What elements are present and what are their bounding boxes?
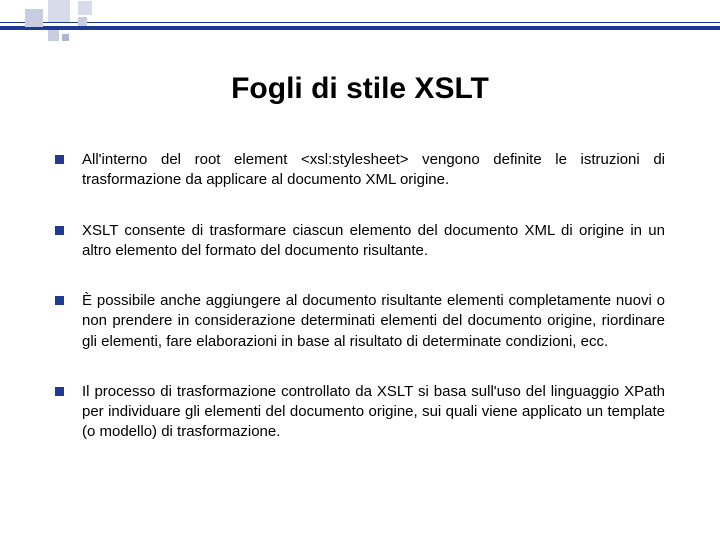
deco-square-icon bbox=[48, 30, 59, 41]
list-item: All'interno del root element <xsl:styles… bbox=[55, 150, 665, 191]
deco-square-icon bbox=[78, 17, 87, 26]
list-item: È possibile anche aggiungere al document… bbox=[55, 291, 665, 352]
deco-square-icon bbox=[78, 1, 92, 15]
bullet-icon bbox=[55, 387, 64, 396]
slide-title: Fogli di stile XSLT bbox=[0, 72, 720, 106]
list-item: Il processo di trasformazione controllat… bbox=[55, 382, 665, 443]
slide-body: All'interno del root element <xsl:styles… bbox=[55, 150, 665, 473]
bullet-icon bbox=[55, 155, 64, 164]
bullet-text: Il processo di trasformazione controllat… bbox=[82, 382, 665, 443]
bullet-text: È possibile anche aggiungere al document… bbox=[82, 291, 665, 352]
deco-square-icon bbox=[48, 0, 70, 22]
deco-square-icon bbox=[62, 34, 69, 41]
deco-square-icon bbox=[25, 9, 43, 27]
list-item: XSLT consente di trasformare ciascun ele… bbox=[55, 221, 665, 262]
thick-line bbox=[0, 26, 720, 30]
bullet-text: All'interno del root element <xsl:styles… bbox=[82, 150, 665, 191]
thin-line bbox=[0, 22, 720, 23]
bullet-text: XSLT consente di trasformare ciascun ele… bbox=[82, 221, 665, 262]
slide: Fogli di stile XSLT All'interno del root… bbox=[0, 0, 720, 540]
bullet-icon bbox=[55, 296, 64, 305]
bullet-icon bbox=[55, 226, 64, 235]
